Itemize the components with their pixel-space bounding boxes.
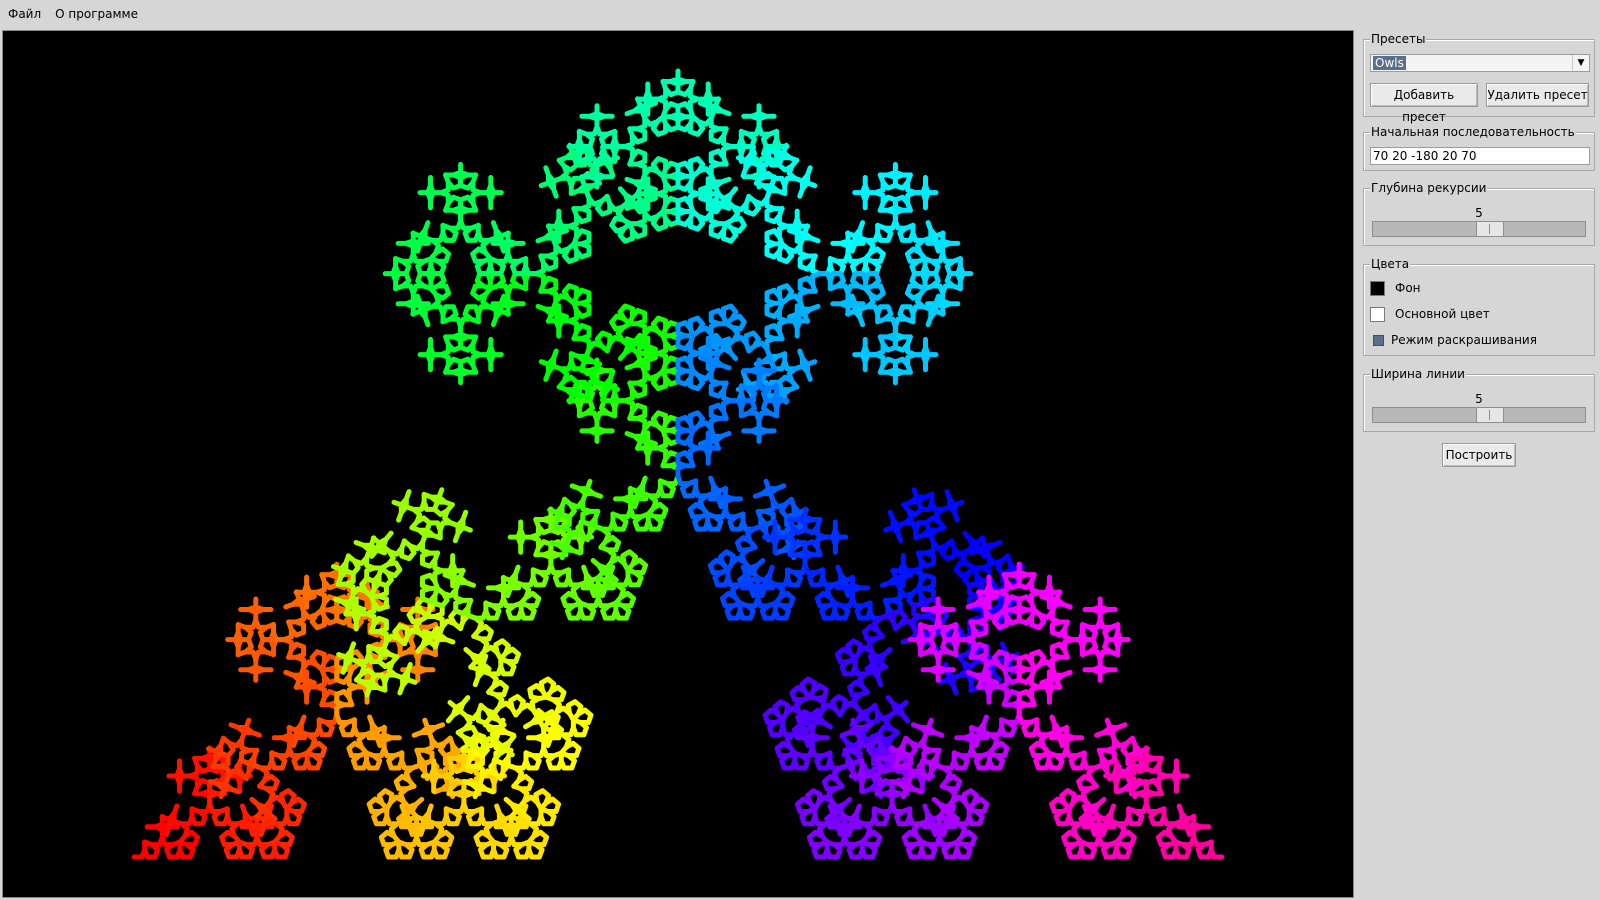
depth-legend: Глубина рекурсии: [1370, 181, 1488, 195]
fractal-segment: [802, 562, 856, 621]
depth-group: Глубина рекурсии 5: [1363, 181, 1595, 246]
build-button[interactable]: Построить: [1442, 443, 1516, 467]
fractal-segment: [1021, 714, 1070, 771]
chevron-down-icon[interactable]: ▼: [1572, 55, 1589, 71]
fractal-segment: [381, 717, 456, 771]
fractal-segment: [500, 534, 554, 609]
fractal-segment: [473, 803, 515, 860]
menu-bar: Файл О программе: [0, 0, 1600, 28]
main-color-row[interactable]: Основной цвет: [1370, 305, 1490, 323]
main-color-label: Основной цвет: [1395, 307, 1490, 321]
fractal-segment: [675, 96, 734, 149]
sequence-legend: Начальная последовательность: [1370, 125, 1576, 139]
fractal-segment: [462, 220, 511, 277]
coloring-mode-checkbox[interactable]: [1373, 334, 1384, 346]
background-color-swatch[interactable]: [1370, 280, 1385, 296]
preset-selected-value: Owls: [1373, 56, 1406, 70]
main-color-swatch[interactable]: [1370, 306, 1385, 322]
fractal-segment: [587, 398, 658, 451]
line-width-legend: Ширина линии: [1370, 367, 1466, 381]
fractal-segment: [463, 638, 521, 680]
fractal-segment: [764, 223, 821, 264]
fractal-segment: [687, 475, 729, 532]
menu-about[interactable]: О программе: [49, 0, 144, 28]
fractal-segment: [445, 668, 509, 736]
fractal-segment: [254, 788, 307, 848]
fractal-segment: [413, 803, 455, 860]
background-color-row[interactable]: Фон: [1370, 279, 1421, 297]
remove-preset-button[interactable]: Удалить пресет: [1486, 83, 1589, 107]
fractal-segment: [159, 773, 213, 845]
fractal-segment: [852, 162, 928, 213]
background-color-label: Фон: [1395, 281, 1421, 295]
fractal-segment: [892, 283, 946, 358]
line-width-group: Ширина линии 5: [1363, 367, 1595, 432]
fractal-segment: [845, 285, 898, 358]
presets-legend: Пресеты: [1370, 32, 1427, 46]
colors-legend: Цвета: [1370, 257, 1411, 271]
fractal-segment: [382, 240, 434, 317]
fractal-segment: [410, 271, 464, 329]
coloring-mode-row[interactable]: Режим раскрашивания: [1370, 331, 1537, 349]
fractal-segment: [458, 304, 504, 375]
fractal-segment: [1031, 589, 1103, 643]
fractal-segment: [505, 271, 580, 324]
preset-select[interactable]: Owls ▼: [1370, 54, 1590, 72]
fractal-segment: [835, 638, 888, 698]
sequence-input[interactable]: 70 20 -180 20 70: [1370, 147, 1590, 165]
add-preset-button[interactable]: Добавить пресет: [1370, 83, 1478, 124]
fractal-segment: [645, 68, 722, 120]
depth-value: 5: [1475, 206, 1483, 220]
fractal-segment: [609, 303, 666, 357]
fractal-canvas[interactable]: [2, 30, 1354, 898]
fractal-segment: [764, 271, 823, 324]
colors-group: Цвета Фон Основной цвет Режим раскрашива…: [1363, 257, 1595, 356]
fractal-drawing: [3, 31, 1353, 897]
line-width-value: 5: [1475, 392, 1483, 406]
coloring-mode-label: Режим раскрашивания: [1391, 333, 1537, 347]
depth-slider[interactable]: [1372, 221, 1586, 237]
line-width-slider-handle[interactable]: [1475, 407, 1504, 423]
fractal-segment: [1029, 637, 1103, 690]
fractal-segment: [698, 350, 769, 404]
menu-file[interactable]: Файл: [2, 0, 47, 28]
fractal-segment: [713, 180, 773, 244]
presets-group: Пресеты Owls ▼ Добавить пресет Удалить п…: [1363, 32, 1595, 124]
sequence-group: Начальная последовательность 70 20 -180 …: [1363, 125, 1595, 171]
line-width-slider[interactable]: [1372, 407, 1586, 423]
depth-slider-handle[interactable]: [1475, 221, 1504, 237]
fractal-segment: [883, 499, 936, 574]
